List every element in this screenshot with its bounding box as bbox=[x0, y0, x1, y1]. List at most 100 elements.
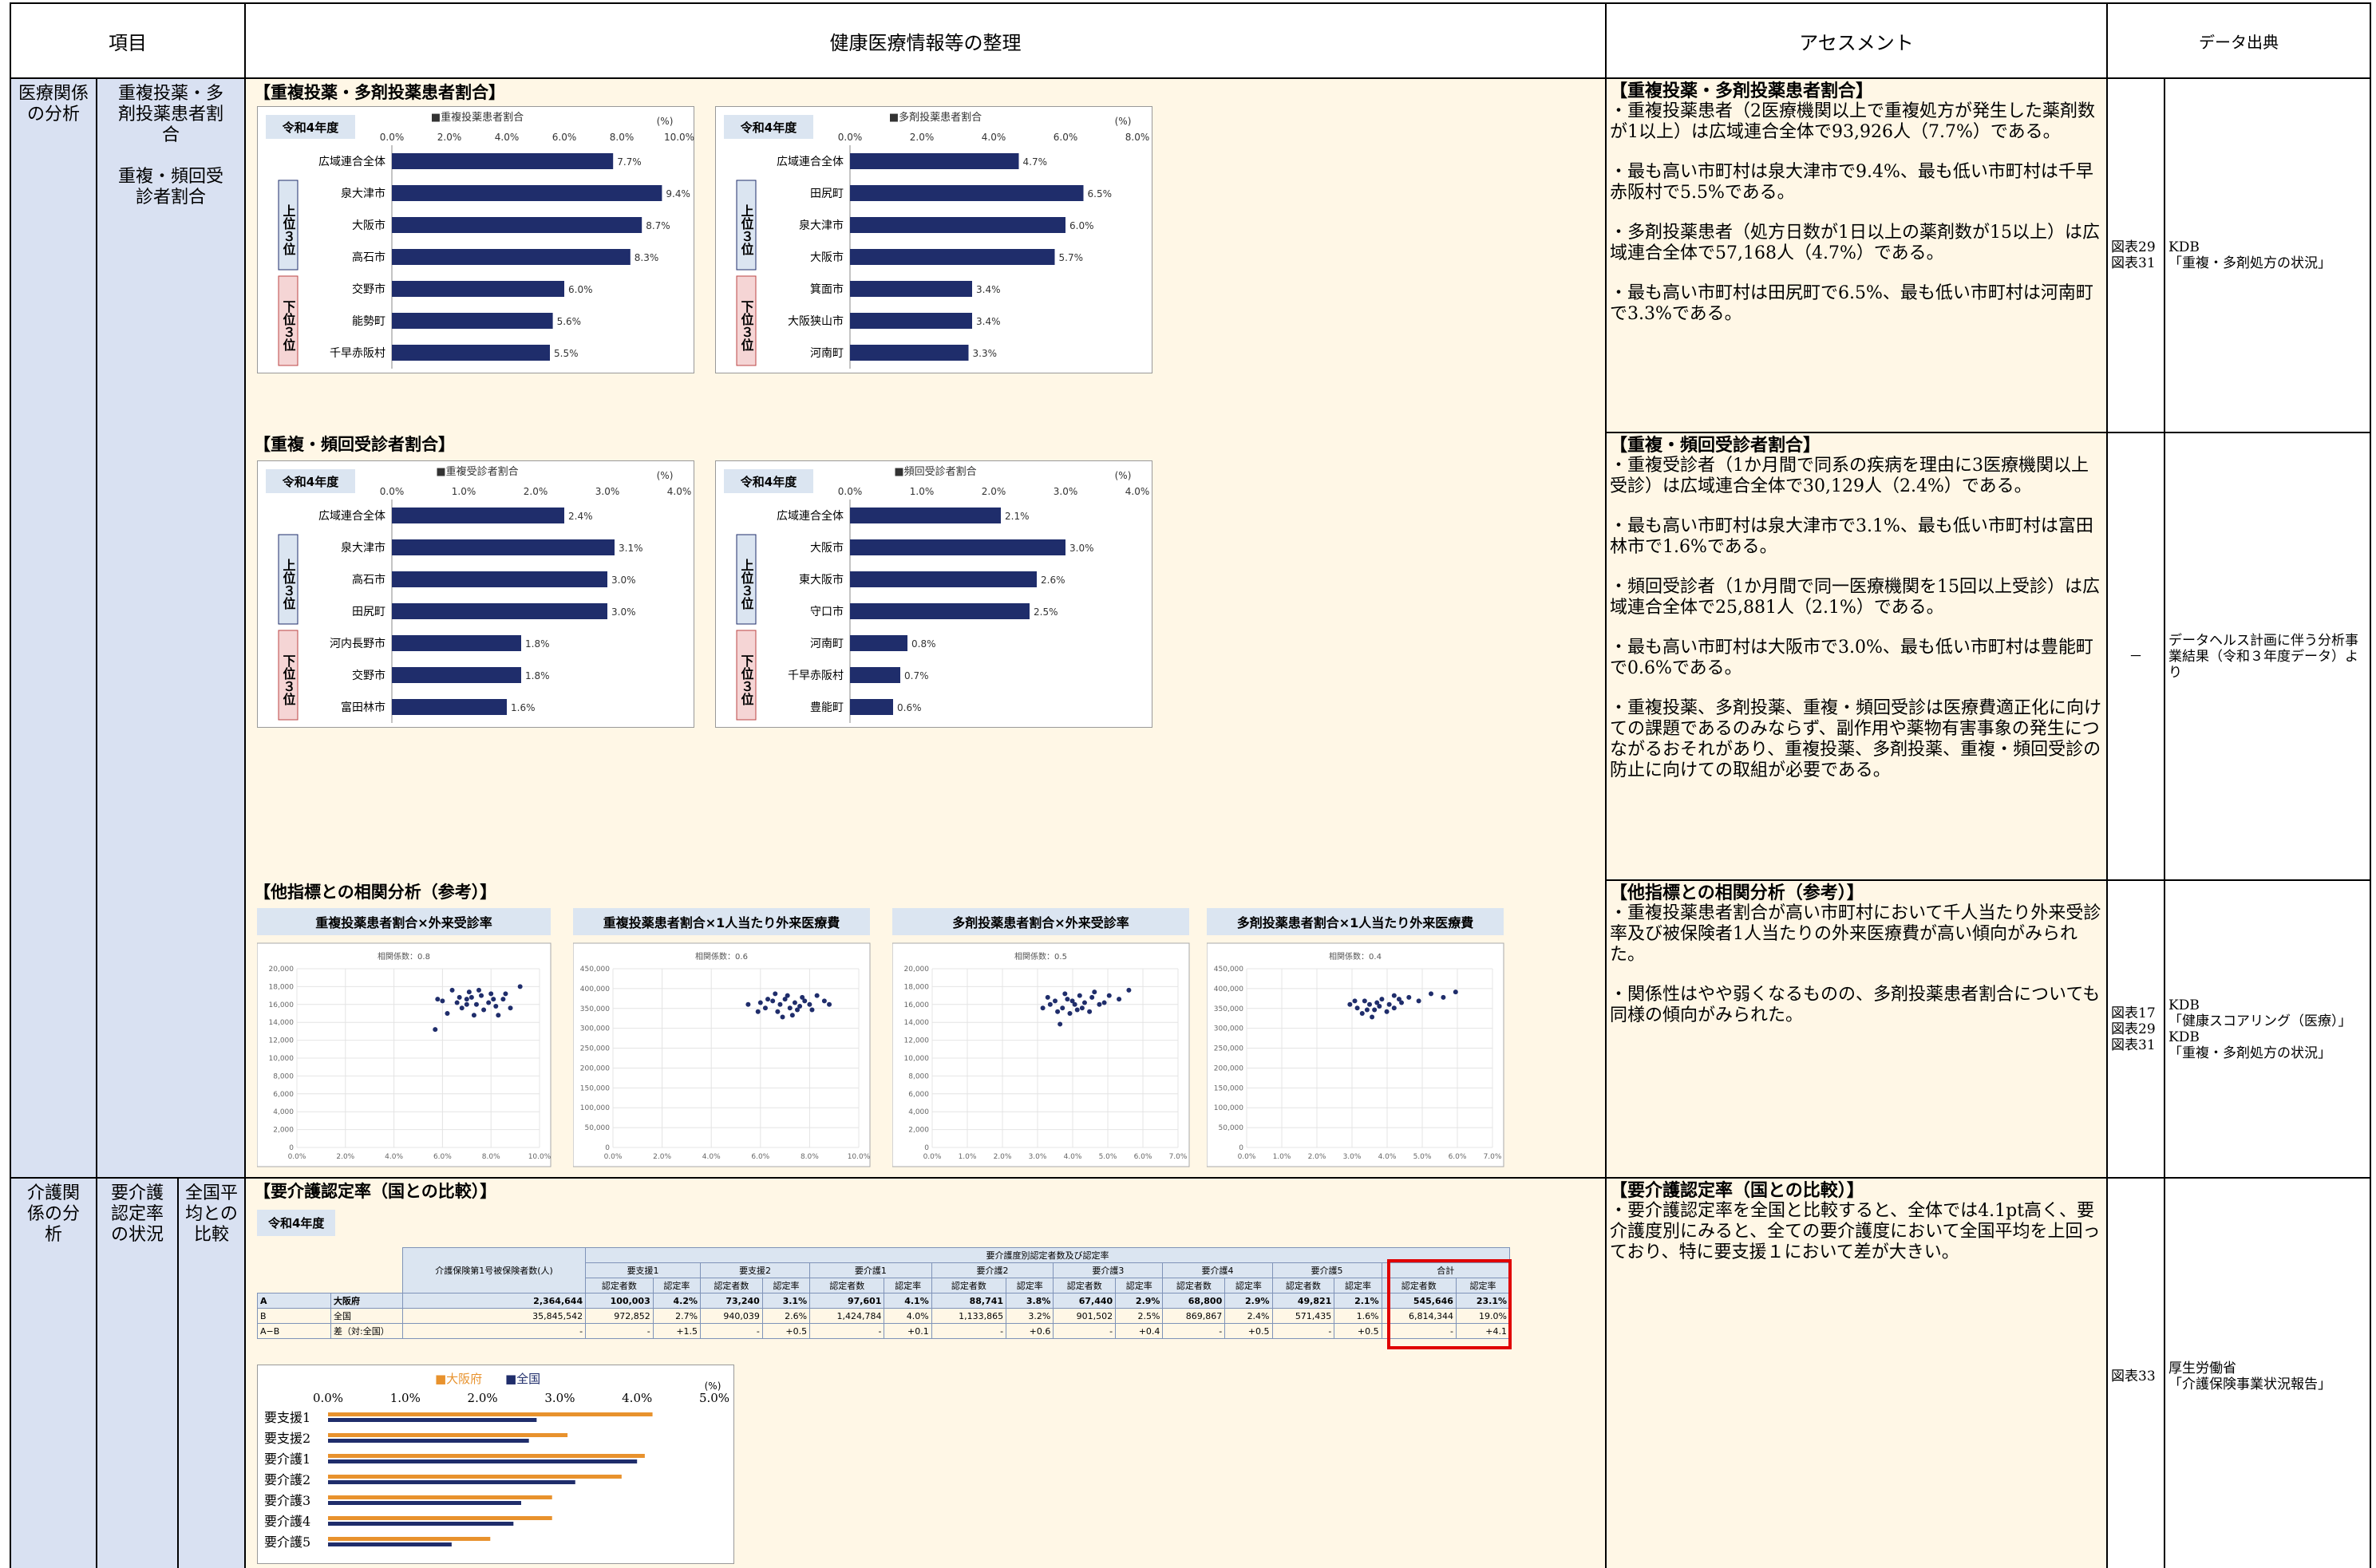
fiscal-year-badge: 令和4年度 bbox=[257, 1210, 336, 1236]
scatter-point bbox=[1391, 993, 1397, 998]
table-header-sub: 認定者数 bbox=[1162, 1278, 1226, 1294]
source-text-3-label: KDB 「健康スコアリング（医療）」 KDB 「重複・多剤処方の状況」 bbox=[2168, 997, 2352, 1061]
x-tick-label: 4.0% bbox=[1064, 1153, 1082, 1161]
row-value: - bbox=[1271, 1323, 1335, 1339]
bar bbox=[392, 345, 550, 361]
scatter-point bbox=[1065, 997, 1070, 1002]
scatter-point bbox=[789, 1013, 795, 1018]
scatter-plot-area bbox=[256, 942, 552, 1167]
row-key: A bbox=[257, 1293, 331, 1309]
y-tick-label: 0 bbox=[924, 1144, 929, 1152]
scatter-plot-area bbox=[891, 942, 1190, 1167]
x-tick-label: 4.0% bbox=[702, 1153, 721, 1161]
assessment-3-heading: 【他指標との相関分析（参考）】 bbox=[1610, 883, 1864, 903]
assessment-4-text: ・要介護認定率を全国と比較すると、全体では4.1pt高く、要介護度別にみると、全… bbox=[1610, 1201, 2101, 1262]
scatter-title: 多剤投薬患者割合×外来受診率 bbox=[952, 915, 1129, 930]
scatter-point bbox=[1060, 1005, 1065, 1011]
scatter-point bbox=[445, 1011, 450, 1016]
bar bbox=[392, 313, 553, 329]
category-label: 高石市 bbox=[352, 573, 385, 587]
unit-label: (%) bbox=[1115, 470, 1132, 481]
top3-label: 上位３位 bbox=[739, 204, 754, 256]
header-source-label: データ出典 bbox=[2199, 32, 2279, 52]
scatter-point bbox=[1379, 997, 1385, 1002]
category-label: 河南町 bbox=[810, 347, 844, 360]
y-tick-label: 300,000 bbox=[580, 1025, 610, 1033]
row-value: +1.5 bbox=[652, 1323, 702, 1339]
tick-label: 3.0% bbox=[595, 486, 620, 497]
care-chart-svg: ■大阪府 ■全国 (%) 0.0% 1.0% 2.0% 3.0% 4.0% 5.0% 要支援1 要支… bbox=[264, 1372, 729, 1550]
row-value: 4.2% bbox=[652, 1293, 702, 1309]
table-row: B 全国 35,845,542 972,852 2.7% 940,039 2.6% 1,424… bbox=[257, 1308, 1511, 1324]
scatter-chart-svg: 多剤投薬患者割合×1人当たり外来医療費相関係数：0.4 0 50,000 100,00… bbox=[1206, 908, 1504, 1167]
category-label: 大阪市 bbox=[810, 251, 844, 264]
scatter-point bbox=[476, 987, 481, 993]
category-medical: 医療関係の分析 bbox=[10, 77, 97, 1179]
tick-label: 0.0% bbox=[380, 132, 405, 143]
tick-label: 2.0% bbox=[524, 486, 548, 497]
bar bbox=[850, 281, 972, 297]
row-value: 1.6% bbox=[1334, 1308, 1382, 1324]
category-label: 東大阪市 bbox=[799, 573, 844, 587]
bar-national bbox=[328, 1542, 452, 1546]
source-text-1-label: KDB 「重複・多剤処方の状況」 bbox=[2168, 239, 2331, 271]
bar-chart-duplicate-meds: 令和4年度 ■重複投薬患者割合 (%) 0.0% 2.0% 4.0% 6.0% 8.0% 10.… bbox=[257, 106, 694, 373]
source-text-4-label: 厚生労働省 「介護保険事業状況報告」 bbox=[2168, 1361, 2331, 1392]
x-tick-label: 4.0% bbox=[385, 1153, 403, 1161]
scatter-point bbox=[1062, 991, 1068, 997]
row-value: 901,502 bbox=[1053, 1308, 1117, 1324]
scatter-point bbox=[1077, 993, 1082, 998]
correlation-label: 相関係数：0.6 bbox=[695, 951, 748, 962]
data-label: 9.4% bbox=[666, 188, 690, 199]
data-label: 2.4% bbox=[568, 511, 593, 522]
y-tick-label: 50,000 bbox=[1219, 1124, 1244, 1132]
scatter-point bbox=[481, 1007, 487, 1013]
scatter-point bbox=[1384, 1009, 1390, 1014]
y-tick-label: 6,000 bbox=[273, 1091, 294, 1099]
y-tick-label: 16,000 bbox=[904, 1001, 930, 1009]
scatter-point bbox=[1047, 1001, 1053, 1007]
scatter-point bbox=[787, 1005, 793, 1011]
table-row: A−B 差（対:全国） - - +1.5- +0.5- +0.1- +0.6- +0.4- +0.… bbox=[257, 1323, 1511, 1339]
data-label: 2.1% bbox=[1005, 511, 1030, 522]
chart-legend: ■多剤投薬患者割合 bbox=[889, 111, 982, 124]
bar bbox=[392, 699, 507, 715]
bar-chart-svg: 令和4年度 ■多剤投薬患者割合 (%) 0.0% 2.0% 4.0% 6.0% 8.0% 上位３… bbox=[724, 111, 1149, 369]
scatter-point bbox=[468, 994, 474, 1000]
x-tick-label: 7.0% bbox=[1169, 1153, 1188, 1161]
scatter-point bbox=[1069, 998, 1075, 1004]
row-name: 差（対:全国） bbox=[330, 1323, 403, 1339]
scatter-point bbox=[1067, 1011, 1073, 1016]
x-tick-label: 7.0% bbox=[1484, 1153, 1502, 1161]
assessment-3-text: ・重複投薬患者割合が高い市町村において千人当たり外来受診率及び被保険者1人当たり… bbox=[1610, 903, 2101, 965]
category-label: 泉大津市 bbox=[799, 219, 844, 232]
row-value: 869,867 bbox=[1162, 1308, 1226, 1324]
category-label: 田尻町 bbox=[352, 606, 385, 618]
assessment-2-text: ・最も高い市町村は大阪市で3.0%、最も低い市町村は豊能町で0.6%である。 bbox=[1610, 638, 2093, 678]
header-item-label: 項目 bbox=[109, 31, 147, 54]
table-header-sub: 認定者数 bbox=[1271, 1278, 1335, 1294]
tick-label: 6.0% bbox=[552, 132, 577, 143]
bottom3-label: 下位３位 bbox=[739, 654, 754, 706]
bar-chart-svg: 令和4年度 ■重複投薬患者割合 (%) 0.0% 2.0% 4.0% 6.0% 8.0% 10.… bbox=[266, 111, 694, 369]
category-label: 要支援2 bbox=[264, 1431, 310, 1446]
bar bbox=[392, 217, 642, 233]
tick-label: 5.0% bbox=[699, 1391, 729, 1405]
scatter-point bbox=[433, 1027, 438, 1033]
row-value: 972,852 bbox=[585, 1308, 654, 1324]
row-value: +0.4 bbox=[1115, 1323, 1164, 1339]
y-tick-label: 16,000 bbox=[269, 1001, 295, 1009]
assessment-4-heading: 【要介護認定率（国との比較）】 bbox=[1610, 1180, 1864, 1201]
scatter-point bbox=[1362, 998, 1367, 1004]
scatter-point bbox=[1040, 1005, 1046, 1011]
data-label: 6.0% bbox=[568, 284, 593, 295]
unit-label: (%) bbox=[1115, 116, 1132, 127]
bar-national bbox=[328, 1501, 521, 1505]
scatter-point bbox=[1370, 1014, 1375, 1020]
bar-osaka bbox=[328, 1454, 645, 1458]
row-insured: 2,364,644 bbox=[401, 1293, 587, 1309]
category-label: 泉大津市 bbox=[341, 187, 385, 200]
category-label: 富田林市 bbox=[341, 701, 385, 714]
x-tick-label: 1.0% bbox=[959, 1153, 977, 1161]
row-value: 571,435 bbox=[1271, 1308, 1335, 1324]
